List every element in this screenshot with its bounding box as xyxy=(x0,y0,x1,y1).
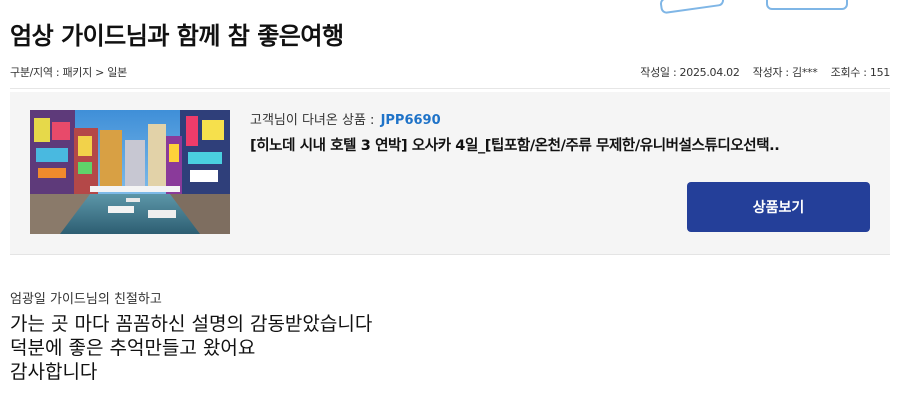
product-code-label: 고객님이 다녀온 상품 : xyxy=(250,113,375,128)
product-image[interactable] xyxy=(30,110,230,234)
review-title: 엄상 가이드님과 함께 참 좋은여행 xyxy=(10,22,344,50)
review-meta-right: 작성일 : 2025.04.02 작성자 : 김*** 조회수 : 151 xyxy=(630,64,890,80)
review-category: 구분/지역 : 패키지 > 일본 xyxy=(10,66,127,79)
review-meta: 구분/지역 : 패키지 > 일본 작성일 : 2025.04.02 작성자 : … xyxy=(10,64,890,80)
review-content-line: 가는 곳 마다 꼼꼼하신 설명의 감동받았습니다 xyxy=(10,313,373,335)
view-product-button[interactable]: 상품보기 xyxy=(687,182,870,232)
review-date: 작성일 : 2025.04.02 xyxy=(640,66,740,79)
decorative-banner-shape xyxy=(659,0,725,15)
product-code[interactable]: JPP6690 xyxy=(381,113,441,128)
review-author: 작성자 : 김*** xyxy=(752,66,818,79)
product-card: 고객님이 다녀온 상품 : JPP6690 [히노데 시내 호텔 3 연박] 오… xyxy=(10,92,890,255)
product-name[interactable]: [히노데 시내 호텔 3 연박] 오사카 4일_[팁포함/온천/주류 무제한/유… xyxy=(250,134,780,155)
review-content-line: 엄광일 가이드님의 친절하고 xyxy=(10,292,162,307)
review-content-line: 감사합니다 xyxy=(10,361,98,383)
review-views: 조회수 : 151 xyxy=(830,66,891,79)
product-code-line: 고객님이 다녀온 상품 : JPP6690 xyxy=(250,109,441,128)
review-content: 엄광일 가이드님의 친절하고 가는 곳 마다 꼼꼼하신 설명의 감동받았습니다 … xyxy=(10,288,372,384)
divider xyxy=(10,88,890,89)
review-content-line: 덕분에 좋은 추억만들고 왔어요 xyxy=(10,337,256,359)
decorative-banner-shape xyxy=(766,0,848,10)
